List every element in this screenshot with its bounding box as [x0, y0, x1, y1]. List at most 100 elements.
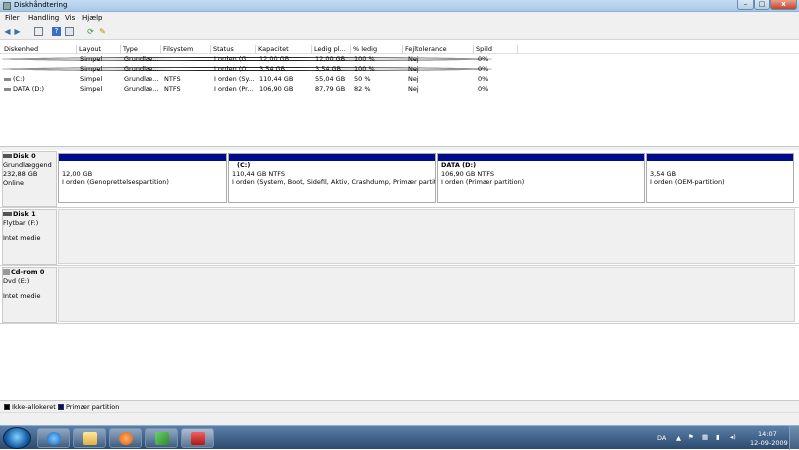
legend-primary: Primær partition: [66, 403, 120, 411]
system-tray: DA ▲ ⚑ ▦ ▮ ◂) 14:07 12-09-2009: [650, 426, 799, 450]
taskbar: DA ▲ ⚑ ▦ ▮ ◂) 14:07 12-09-2009: [0, 425, 799, 450]
cell-layout: Simpel: [80, 65, 103, 73]
clock-time[interactable]: 14:07: [758, 430, 777, 438]
col-free-space[interactable]: Ledig pl...: [312, 45, 351, 54]
internet-explorer-icon: [47, 432, 61, 445]
show-hidden-icons-icon[interactable]: ▲: [676, 434, 681, 442]
disk-empty-area: [58, 267, 795, 322]
maximize-button[interactable]: □: [754, 0, 770, 10]
disk-management-icon: [191, 432, 205, 445]
window-title: Diskhåndtering: [14, 1, 68, 9]
disk-management-window: Diskhåndtering – □ x Filer Handling Vis …: [0, 0, 799, 425]
back-arrow-icon[interactable]: ◀: [3, 27, 12, 36]
disk-label[interactable]: Disk 1 Flytbar (F:) Intet medie: [2, 209, 57, 265]
menu-help[interactable]: Hjælp: [82, 14, 102, 22]
signal-icon[interactable]: ▮: [716, 433, 720, 441]
volume-list-header: Diskenhed Layout Type Filsystem Status K…: [0, 44, 799, 54]
taskbar-explorer[interactable]: [73, 428, 106, 448]
partition-c[interactable]: (C:) 110,44 GB NTFS I orden (System, Boo…: [228, 153, 436, 203]
disk-empty-area: [58, 209, 795, 264]
drive-icon: [4, 85, 12, 94]
partition-type-bar: [438, 154, 644, 161]
refresh-icon[interactable]: ⟳: [86, 27, 95, 36]
partition-status: I orden (Primær partition): [441, 178, 525, 186]
col-fault-tolerance[interactable]: Fejltolerance: [403, 45, 474, 54]
start-button[interactable]: [3, 427, 31, 449]
cell-percent: 100 %: [354, 65, 375, 73]
volume-row[interactable]: Simpel Grundlæ... I orden (G... 12,00 GB…: [0, 55, 799, 64]
col-filesystem[interactable]: Filsystem: [161, 45, 211, 54]
taskbar-media-player[interactable]: [109, 428, 142, 448]
taskbar-ie[interactable]: [37, 428, 70, 448]
col-capacity[interactable]: Kapacitet: [256, 45, 312, 54]
disk-type: Grundlæggend: [3, 161, 52, 169]
network-app-icon: [155, 432, 169, 445]
cell-volume: (C:): [13, 75, 25, 83]
minimize-button[interactable]: –: [737, 0, 754, 10]
partition-size: 12,00 GB: [62, 170, 93, 178]
disk-row-disk1: Disk 1 Flytbar (F:) Intet medie: [0, 208, 799, 266]
menu-action[interactable]: Handling: [28, 14, 59, 22]
clock-date[interactable]: 12-09-2009: [750, 439, 788, 447]
col-volume[interactable]: Diskenhed: [2, 45, 77, 54]
cell-overhead: 0%: [478, 75, 489, 83]
disk-state: Online: [3, 179, 24, 187]
network-icon[interactable]: ▦: [702, 433, 708, 441]
cell-percent: 50 %: [354, 75, 371, 83]
col-percent-free[interactable]: % ledig: [351, 45, 403, 54]
cell-capacity: 12,00 GB: [259, 55, 290, 63]
cell-status: I orden (O...: [214, 65, 253, 73]
cell-free: 55,04 GB: [315, 75, 346, 83]
taskbar-network-app[interactable]: [145, 428, 178, 448]
menu-view[interactable]: Vis: [65, 14, 75, 22]
toolbar: ◀ ▶ ? ⟳ ✎: [0, 24, 799, 40]
cell-filesystem: NTFS: [164, 75, 181, 83]
export-icon[interactable]: ✎: [98, 27, 107, 36]
disk-graphical-view: Disk 0 Grundlæggend 232,88 GB Online 12,…: [0, 150, 799, 400]
disk-label[interactable]: Cd-rom 0 Dvd (E:) Intet medie: [2, 267, 57, 323]
partition-data-d[interactable]: DATA (D:) 106,90 GB NTFS I orden (Primær…: [437, 153, 645, 203]
console-tree-icon[interactable]: [34, 27, 43, 36]
properties-icon[interactable]: [65, 27, 74, 36]
language-indicator[interactable]: DA: [657, 434, 666, 442]
legend-swatch-primary: [58, 404, 64, 410]
help-icon[interactable]: ?: [52, 27, 61, 36]
partition-label: (C:): [237, 161, 251, 169]
close-button[interactable]: x: [770, 0, 797, 10]
col-type[interactable]: Type: [121, 45, 161, 54]
removable-disk-icon: [3, 212, 12, 216]
cell-percent: 82 %: [354, 85, 371, 93]
cell-status: I orden (G...: [214, 55, 253, 63]
partition-status: I orden (OEM-partition): [650, 178, 725, 186]
partition-label: [647, 161, 793, 170]
volume-icon[interactable]: ◂): [730, 433, 736, 441]
cell-type: Grundlæ...: [124, 85, 159, 93]
volume-row[interactable]: Simpel Grundlæ... I orden (O... 3,54 GB …: [0, 65, 799, 74]
forward-arrow-icon[interactable]: ▶: [13, 27, 22, 36]
cell-free: 3,54 GB: [315, 65, 342, 73]
volume-row[interactable]: (C:) Simpel Grundlæ... NTFS I orden (Sy.…: [0, 75, 799, 84]
col-layout[interactable]: Layout: [77, 45, 121, 54]
partition-label: DATA (D:): [441, 161, 477, 169]
legend-swatch-unallocated: [4, 404, 10, 410]
cell-fault: Nej: [408, 75, 419, 83]
volume-row[interactable]: DATA (D:) Simpel Grundlæ... NTFS I orden…: [0, 85, 799, 94]
cell-type: Grundlæ...: [124, 55, 159, 63]
cell-overhead: 0%: [478, 55, 489, 63]
show-desktop-button[interactable]: [789, 426, 799, 450]
partition-size: 3,54 GB: [650, 170, 677, 178]
col-status[interactable]: Status: [211, 45, 256, 54]
partition-recovery[interactable]: 12,00 GB I orden (Genoprettelsespartitio…: [58, 153, 227, 203]
action-center-flag-icon[interactable]: ⚑: [688, 433, 694, 441]
menu-bar: Filer Handling Vis Hjælp: [0, 12, 799, 24]
disk-label[interactable]: Disk 0 Grundlæggend 232,88 GB Online: [2, 151, 57, 207]
title-bar[interactable]: Diskhåndtering – □ x: [0, 0, 799, 12]
partition-oem[interactable]: 3,54 GB I orden (OEM-partition): [646, 153, 794, 203]
partition-type-bar: [647, 154, 793, 161]
col-overhead[interactable]: Spild: [474, 45, 518, 54]
cell-status: I orden (Sy...: [214, 75, 255, 83]
taskbar-disk-management[interactable]: [181, 428, 214, 448]
menu-file[interactable]: Filer: [5, 14, 20, 22]
disk-name: Disk 0: [13, 152, 36, 160]
app-icon: [3, 2, 11, 10]
